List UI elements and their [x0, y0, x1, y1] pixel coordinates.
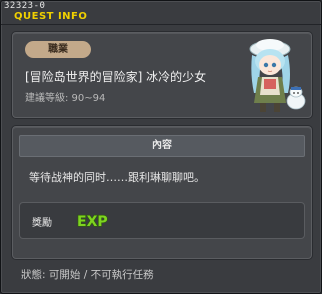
exp-icon: EXP: [76, 213, 108, 230]
quest-name: [冒险岛世界的冒险家] 冰冷的少女: [25, 70, 207, 84]
quest-info-window: 32323-0 QUEST INFO 職業 [冒险岛世界的冒险家] 冰冷的少女 …: [0, 0, 322, 294]
window-title: QUEST INFO: [14, 11, 88, 22]
recommended-level: 建議等級: 90~94: [25, 93, 106, 104]
title-divider: [1, 24, 321, 25]
job-badge: 職業: [25, 41, 91, 58]
content-text: 等待战神的同时……跟利琳聊聊吧。: [29, 171, 205, 184]
quest-content-panel: 內容 等待战神的同时……跟利琳聊聊吧。 獎勵 EXP: [12, 126, 312, 259]
quest-id-label: 32323-0: [4, 1, 46, 11]
reward-box: 獎勵 EXP: [19, 202, 305, 239]
exp-text: EXP: [77, 214, 108, 230]
content-header: 內容: [19, 135, 305, 157]
npc-girl-portrait-icon: [249, 39, 306, 112]
quest-status: 狀態: 可開始 / 不可執行任務: [21, 269, 154, 281]
quest-summary-panel: 職業 [冒险岛世界的冒险家] 冰冷的少女 建議等級: 90~94: [12, 32, 312, 118]
reward-label: 獎勵: [32, 218, 52, 229]
